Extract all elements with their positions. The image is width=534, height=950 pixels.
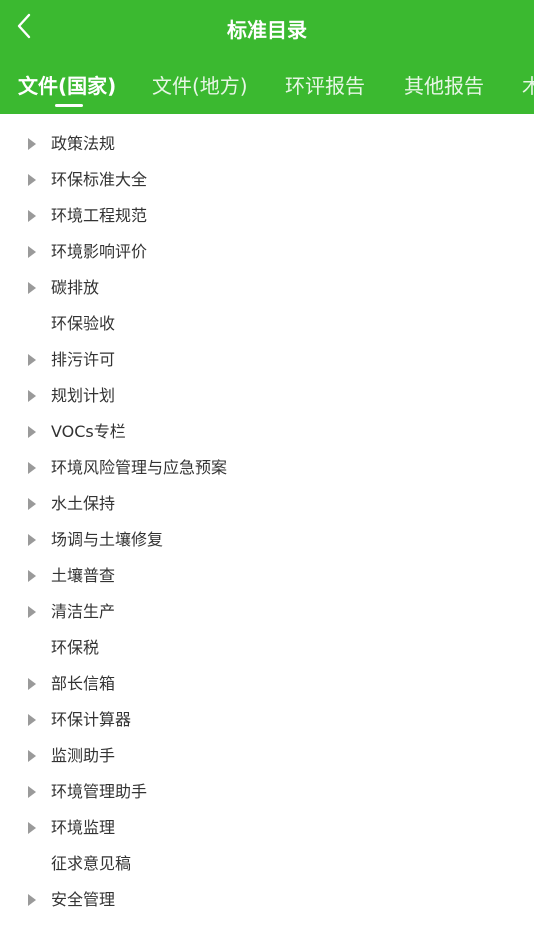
expand-arrow-icon[interactable] [28, 714, 36, 726]
expand-arrow-icon[interactable] [28, 354, 36, 366]
tree-item-planning[interactable]: 规划计划 [0, 378, 534, 414]
expand-arrow-icon[interactable] [28, 570, 36, 582]
expand-arrow-icon[interactable] [28, 282, 36, 294]
tree-item-safety[interactable]: 安全管理 [0, 882, 534, 918]
tree-item-minister-mailbox[interactable]: 部长信箱 [0, 666, 534, 702]
expand-arrow-icon[interactable] [28, 786, 36, 798]
tree-item-carbon[interactable]: 碳排放 [0, 270, 534, 306]
tree-item-permit[interactable]: 排污许可 [0, 342, 534, 378]
expand-arrow-icon[interactable] [28, 390, 36, 402]
expand-arrow-icon[interactable] [28, 894, 36, 906]
tree-item-engineering[interactable]: 环境工程规范 [0, 198, 534, 234]
expand-arrow-icon[interactable] [28, 138, 36, 150]
expand-arrow-icon[interactable] [28, 462, 36, 474]
tree-item-standards[interactable]: 环保标准大全 [0, 162, 534, 198]
expand-arrow-icon[interactable] [28, 534, 36, 546]
tree-item-monitoring[interactable]: 监测助手 [0, 738, 534, 774]
tree-item-eia[interactable]: 环境影响评价 [0, 234, 534, 270]
expand-arrow-icon[interactable] [28, 498, 36, 510]
tree-item-management[interactable]: 环境管理助手 [0, 774, 534, 810]
tree-item-calculator[interactable]: 环保计算器 [0, 702, 534, 738]
expand-arrow-icon[interactable] [28, 426, 36, 438]
tree-item-drafts[interactable]: 征求意见稿 [0, 846, 534, 882]
tree-item-policy[interactable]: 政策法规 [0, 126, 534, 162]
tree-item-site-remediation[interactable]: 场调与土壤修复 [0, 522, 534, 558]
expand-arrow-icon[interactable] [28, 822, 36, 834]
tree-item-vocs[interactable]: VOCs专栏 [0, 414, 534, 450]
tree-item-soil-water[interactable]: 水土保持 [0, 486, 534, 522]
tree-item-supervision[interactable]: 环境监理 [0, 810, 534, 846]
expand-arrow-icon[interactable] [28, 246, 36, 258]
expand-arrow-icon[interactable] [28, 174, 36, 186]
tree-item-clean-production[interactable]: 清洁生产 [0, 594, 534, 630]
expand-arrow-icon[interactable] [28, 678, 36, 690]
category-tree: 政策法规 环保标准大全 环境工程规范 环境影响评价 碳排放 环保验收 排污许可 … [0, 0, 534, 918]
tree-item-tax[interactable]: 环保税 [0, 630, 534, 666]
tree-item-acceptance[interactable]: 环保验收 [0, 306, 534, 342]
expand-arrow-icon[interactable] [28, 750, 36, 762]
tree-item-risk[interactable]: 环境风险管理与应急预案 [0, 450, 534, 486]
tree-item-soil-survey[interactable]: 土壤普查 [0, 558, 534, 594]
expand-arrow-icon[interactable] [28, 210, 36, 222]
expand-arrow-icon[interactable] [28, 606, 36, 618]
